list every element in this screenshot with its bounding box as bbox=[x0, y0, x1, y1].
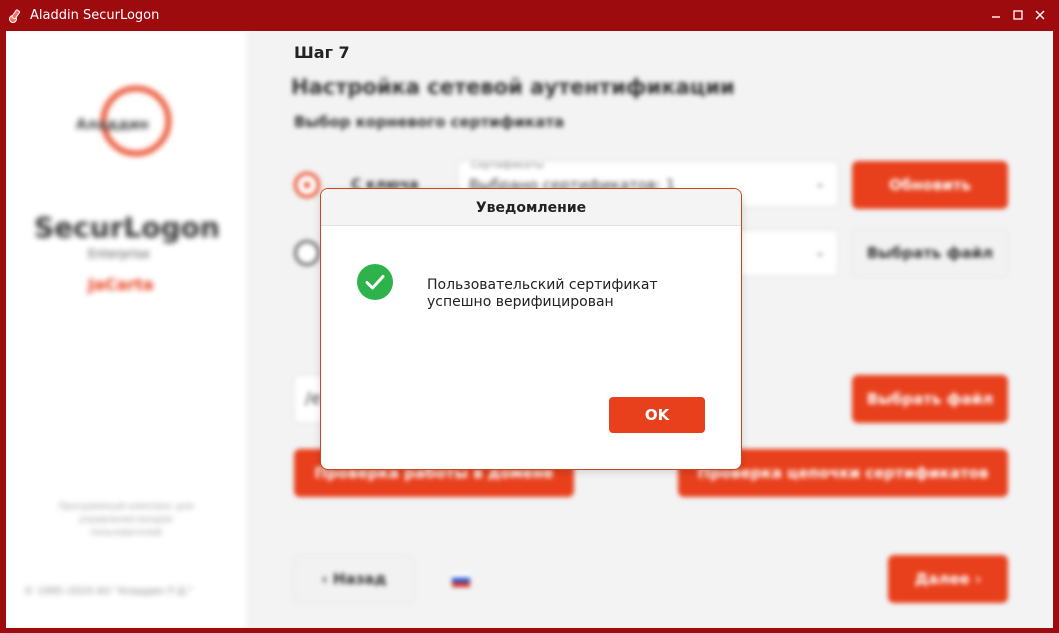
product-brand: SecurLogon bbox=[34, 211, 220, 244]
aladdin-logo-text: Аладдин bbox=[76, 117, 149, 133]
choose-file-button[interactable]: Выбрать файл bbox=[852, 229, 1008, 277]
close-button[interactable] bbox=[1031, 7, 1049, 25]
chevron-down-icon: ⌄ bbox=[814, 245, 825, 259]
dialog-message-line2: успешно верифицирован bbox=[427, 294, 614, 310]
path-input-value: /e bbox=[305, 389, 322, 409]
back-button[interactable]: ‹ Назад bbox=[294, 555, 414, 603]
sidebar-note: Программный комплекс для управления вход… bbox=[58, 502, 194, 538]
app-window: Aladdin SecurLogon Аладдин SecurLogon En… bbox=[0, 0, 1059, 633]
maximize-icon bbox=[1013, 10, 1023, 20]
sidebar: Аладдин SecurLogon Enterprise JaCarta Пр… bbox=[6, 31, 246, 628]
dialog-title: Уведомление bbox=[321, 189, 741, 226]
aladdin-key-icon bbox=[9, 9, 21, 23]
minimize-button[interactable] bbox=[987, 7, 1005, 25]
choose-file-button-2[interactable]: Выбрать файл bbox=[852, 375, 1008, 423]
section-title: Выбор корневого сертификата bbox=[294, 113, 565, 131]
page-title: Настройка сетевой аутентификации bbox=[291, 75, 735, 99]
check-circle-icon bbox=[357, 264, 393, 300]
chevron-right-icon: › bbox=[974, 570, 982, 588]
refresh-button[interactable]: Обновить bbox=[852, 161, 1008, 209]
radio-from-file[interactable] bbox=[294, 240, 320, 266]
window-title: Aladdin SecurLogon bbox=[30, 8, 160, 23]
client-area: Аладдин SecurLogon Enterprise JaCarta Пр… bbox=[6, 31, 1053, 628]
chevron-left-icon: ‹ bbox=[321, 570, 328, 588]
notification-dialog: Уведомление Пользовательский сертификат … bbox=[320, 188, 742, 470]
close-icon bbox=[1035, 10, 1045, 20]
ok-button[interactable]: OK bbox=[609, 397, 705, 433]
next-button-label: Далее bbox=[914, 570, 970, 588]
certificates-select-label: Сертификаты bbox=[471, 160, 544, 171]
dialog-message: Пользовательский сертификат успешно вери… bbox=[427, 277, 707, 311]
russian-flag-icon[interactable] bbox=[452, 573, 470, 587]
product-edition: Enterprise bbox=[88, 247, 150, 261]
maximize-button[interactable] bbox=[1009, 7, 1027, 25]
back-button-label: Назад bbox=[332, 570, 387, 588]
next-button[interactable]: Далее › bbox=[888, 555, 1008, 603]
token-brand: JaCarta bbox=[88, 275, 154, 294]
chevron-down-icon: ⌄ bbox=[814, 176, 825, 190]
minimize-icon bbox=[992, 16, 1000, 18]
title-bar: Aladdin SecurLogon bbox=[0, 0, 1059, 32]
radio-from-key[interactable] bbox=[294, 172, 320, 198]
dialog-message-line1: Пользовательский сертификат bbox=[427, 277, 658, 293]
copyright: © 1995–2024 АО "Аладдин Р.Д." bbox=[24, 586, 193, 597]
